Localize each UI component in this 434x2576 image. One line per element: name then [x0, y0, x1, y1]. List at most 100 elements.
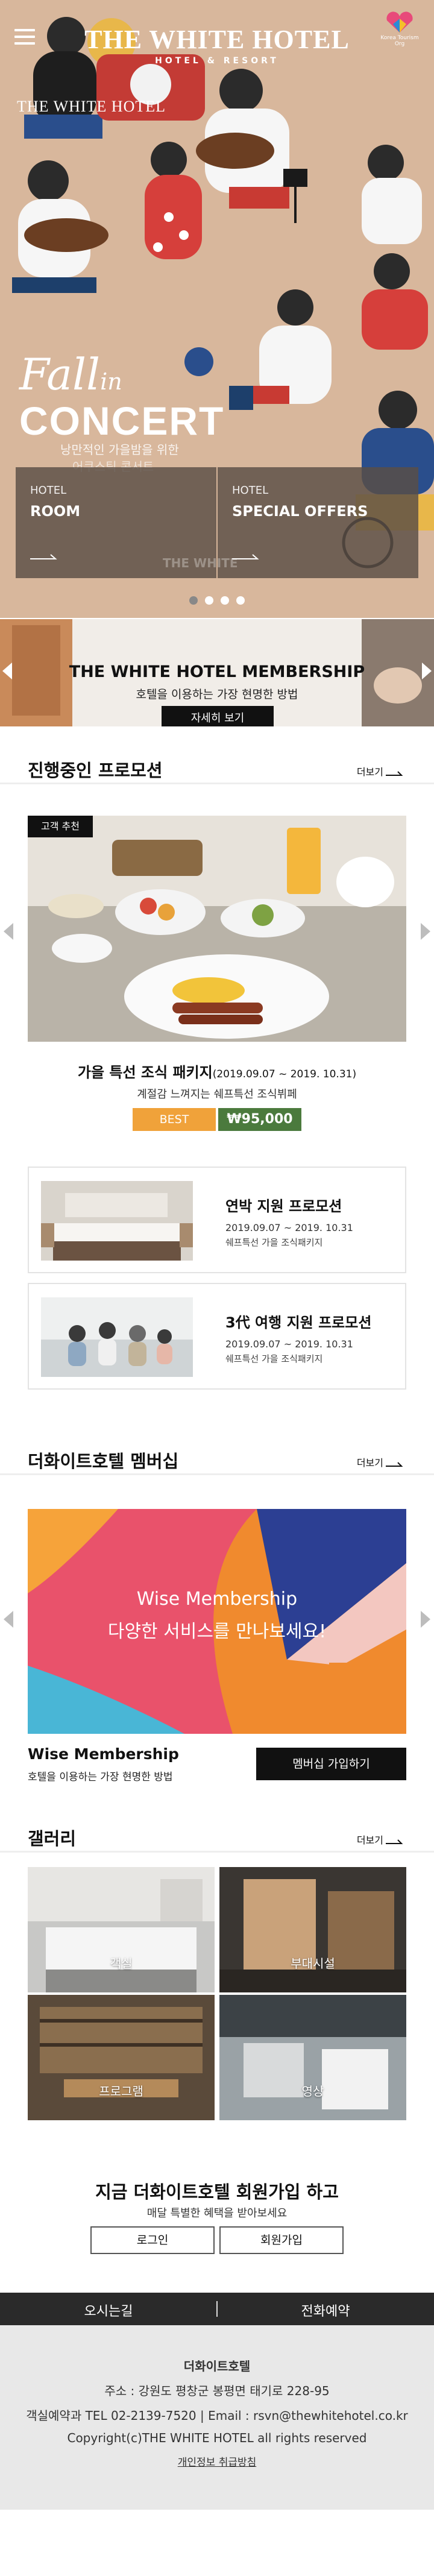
membership-section: Wise Membership 다양한 서비스를 만나보세요! Wise Mem…: [0, 1475, 434, 1813]
hero-small-title: THE WHITE HOTEL: [17, 98, 166, 115]
hero-card-small: HOTEL: [232, 484, 269, 497]
page: THE WHITE HOTEL HOTEL & RESORT Korea Tou…: [0, 0, 434, 2510]
membership-desc: 호텔을 이용하는 가장 현명한 방법: [28, 1771, 173, 1783]
hero-caption: 낭만적인 가을밤을 위한: [60, 442, 179, 457]
heart-logo-icon: [386, 11, 413, 33]
join-subtitle: 매달 특별한 혜택을 받아보세요: [146, 2207, 288, 2220]
membership-image-title: Wise Membership: [136, 1589, 298, 1610]
promo-card-date: 2019.09.07 ~ 2019. 10.31: [225, 1338, 353, 1350]
promo-main-title[interactable]: 가을 특선 조식 패키지(2019.09.07 ~ 2019. 10.31): [0, 1060, 434, 1082]
membership-prev-arrow[interactable]: [4, 1611, 13, 1628]
promo-card[interactable]: 연박 지원 프로모션 2019.09.07 ~ 2019. 10.31 쉐프특선…: [28, 1167, 406, 1273]
more-link[interactable]: 더보기: [357, 764, 404, 778]
hero-card-title: ROOM: [30, 503, 81, 520]
hero-concert-text: CONCERT: [19, 398, 225, 443]
promo-card-title: 연박 지원 프로모션: [225, 1198, 342, 1215]
promo-card-desc: 쉐프특선 가을 조식패키지: [225, 1353, 323, 1364]
video-photo: [219, 1995, 406, 2120]
promo-prev-arrow[interactable]: [4, 923, 13, 940]
room-photo: [28, 1867, 215, 1992]
bedroom-photo: [41, 1181, 193, 1261]
banner-detail-button[interactable]: 자세히 보기: [162, 706, 274, 726]
hero-slider[interactable]: THE WHITE HOTEL HOTEL & RESORT Korea Tou…: [0, 0, 434, 618]
section-title: 갤러리: [28, 1828, 77, 1849]
banner-subtitle: 호텔을 이용하는 가장 현명한 방법: [136, 688, 298, 701]
promo-main-image[interactable]: [28, 816, 406, 1042]
promo-card[interactable]: 3代 여행 지원 프로모션 2019.09.07 ~ 2019. 10.31 쉐…: [28, 1283, 406, 1390]
membership-image[interactable]: Wise Membership 다양한 서비스를 만나보세요!: [28, 1509, 406, 1734]
gallery-item-video[interactable]: 영상: [219, 1995, 406, 2120]
badge-text: Korea Tourism Org: [380, 35, 419, 47]
price-badge: ₩95,000: [218, 1108, 301, 1131]
membership-banner: THE WHITE HOTEL MEMBERSHIP 호텔을 이용하는 가장 현…: [0, 619, 434, 726]
hero-card-small: HOTEL: [30, 484, 67, 497]
footer-info: 더화이트호텔 주소 : 강원도 평창군 봉평면 태기로 228-95 객실예약과…: [0, 2325, 434, 2510]
gallery-label: 객실: [110, 1956, 133, 1971]
login-button[interactable]: 로그인: [90, 2226, 215, 2254]
membership-join-button[interactable]: 멤버십 가입하기: [256, 1748, 406, 1780]
arrow-right-icon: [30, 554, 57, 559]
brand-logo[interactable]: THE WHITE HOTEL HOTEL & RESORT: [0, 24, 434, 66]
more-label: 더보기: [356, 1834, 383, 1846]
more-label: 더보기: [356, 1457, 383, 1469]
hero-fall-text: Fallin: [19, 353, 122, 400]
section-title: 더화이트호텔 멤버십: [28, 1451, 179, 1472]
slider-dot-3[interactable]: [221, 596, 229, 605]
hero-fall-word: Fall: [19, 349, 101, 400]
promotion-section: 고객 추천 가을 특선 조식 패키지(2019.09.07 ~ 2019. 10…: [0, 784, 434, 1411]
gallery-label: 프로그램: [99, 2084, 143, 2099]
promo-card-date: 2019.09.07 ~ 2019. 10.31: [225, 1222, 353, 1233]
tourism-badge: Korea Tourism Org: [377, 11, 422, 47]
brand-name: THE WHITE HOTEL: [84, 25, 350, 54]
gallery-label: 부대시설: [291, 1956, 335, 1971]
gallery-section: 객실 부대시설 프로그램 영상: [0, 1853, 434, 2178]
brand-sub: HOTEL & RESORT: [155, 56, 279, 66]
membership-name: Wise Membership: [28, 1745, 179, 1763]
hero-card-special-offers[interactable]: HOTEL SPECIAL OFFERS: [218, 467, 418, 578]
more-arrow-icon: [386, 1461, 403, 1467]
gallery-item-room[interactable]: 객실: [28, 1867, 215, 1992]
hero-card-title: SPECIAL OFFERS: [232, 503, 368, 520]
promotion-section-header: 진행중인 프로모션 더보기: [0, 745, 434, 784]
membership-section-header: 더화이트호텔 멤버십 더보기: [0, 1435, 434, 1475]
hero-watermark: THE WHITE: [163, 556, 238, 570]
promo-card-photo: [41, 1181, 193, 1261]
best-badge: BEST: [133, 1108, 216, 1131]
top-bar: THE WHITE HOTEL HOTEL & RESORT Korea Tou…: [0, 0, 434, 72]
join-section: 지금 더화이트호텔 회원가입 하고 매달 특별한 혜택을 받아보세요 로그인 회…: [0, 2178, 434, 2293]
gallery-item-facilities[interactable]: 부대시설: [219, 1867, 406, 1992]
slider-dot-1[interactable]: [189, 596, 198, 605]
hero-in-word: in: [100, 368, 122, 395]
breakfast-photo: [28, 816, 406, 1042]
slider-dot-4[interactable]: [236, 596, 245, 605]
promo-title-text: 가을 특선 조식 패키지: [77, 1064, 213, 1081]
membership-image-subtitle: 다양한 서비스를 만나보세요!: [107, 1621, 327, 1642]
gallery-item-program[interactable]: 프로그램: [28, 1995, 215, 2120]
recommend-tag: 고객 추천: [28, 816, 93, 837]
phone-reservation-link[interactable]: 전화예약: [217, 2300, 434, 2320]
promo-title-date: (2019.09.07 ~ 2019. 10.31): [212, 1068, 357, 1080]
directions-link[interactable]: 오시는길: [0, 2300, 217, 2320]
more-label: 더보기: [356, 766, 383, 778]
more-arrow-icon: [386, 770, 403, 776]
gallery-label: 영상: [301, 2084, 324, 2099]
promo-next-arrow[interactable]: [421, 923, 430, 940]
membership-next-arrow[interactable]: [421, 1611, 430, 1628]
slider-dot-2[interactable]: [205, 596, 213, 605]
signup-button[interactable]: 회원가입: [219, 2226, 344, 2254]
more-arrow-icon: [386, 1839, 403, 1844]
footer-contact: 객실예약과 TEL 02-2139-7520 | Email : rsvn@th…: [26, 2408, 408, 2423]
privacy-policy-link[interactable]: 개인정보 취급방침: [0, 2454, 434, 2469]
program-photo: [28, 1995, 215, 2120]
section-title: 진행중인 프로모션: [28, 760, 163, 781]
facilities-photo: [219, 1867, 406, 1992]
more-link[interactable]: 더보기: [357, 1832, 404, 1847]
more-link[interactable]: 더보기: [357, 1455, 404, 1469]
promo-card-title: 3代 여행 지원 프로모션: [225, 1314, 372, 1331]
promo-card-photo: [41, 1297, 193, 1377]
banner-title: THE WHITE HOTEL MEMBERSHIP: [69, 663, 365, 681]
promo-main-desc: 계절감 느껴지는 쉐프특선 조식뷔페: [137, 1088, 297, 1101]
footer-address: 주소 : 강원도 평창군 봉평면 태기로 228-95: [104, 2384, 330, 2398]
footer-copyright: Copyright(c)THE WHITE HOTEL all rights r…: [67, 2431, 367, 2445]
footer-action-bar: 오시는길 전화예약: [0, 2293, 434, 2325]
